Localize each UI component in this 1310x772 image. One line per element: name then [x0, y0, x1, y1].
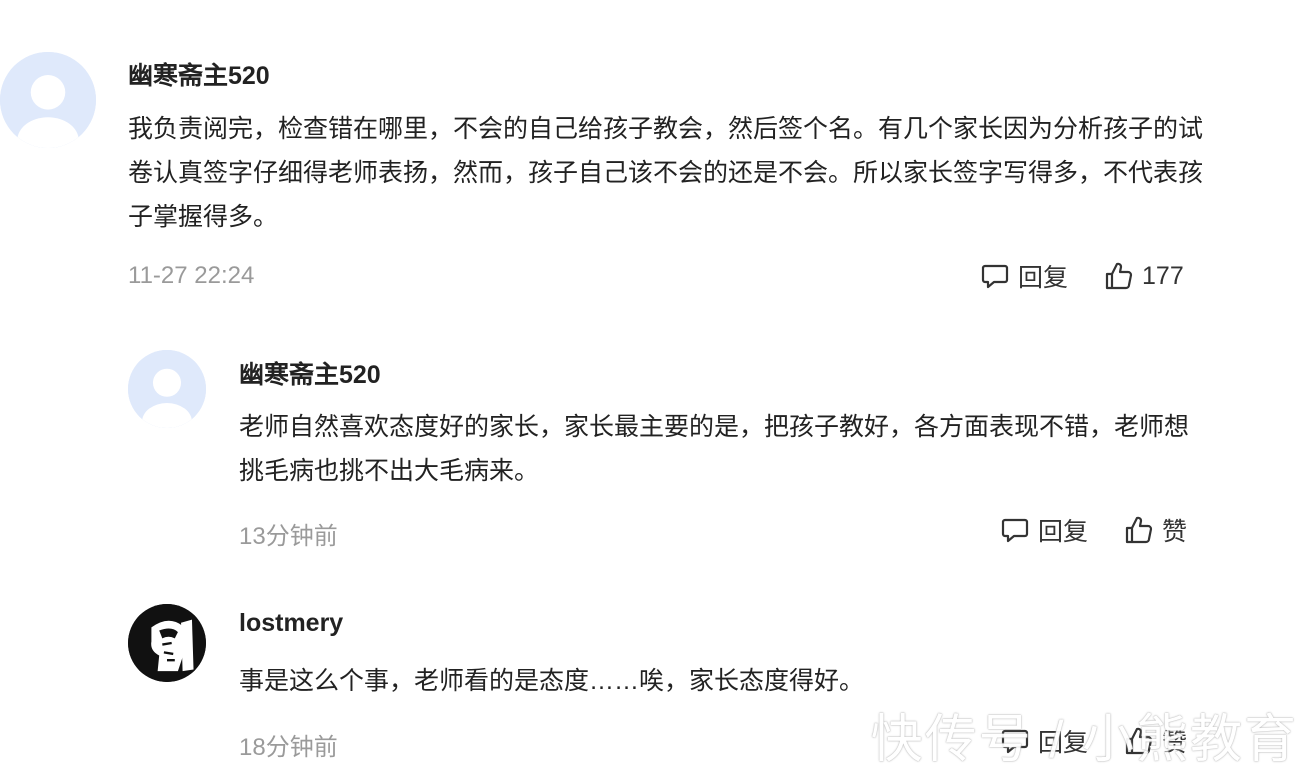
- default-avatar-icon: [0, 52, 96, 148]
- timestamp: 11-27 22:24: [128, 262, 255, 289]
- thumbs-up-icon: [1125, 516, 1153, 544]
- thumbs-up-icon: [1105, 262, 1133, 290]
- reply-button[interactable]: 回复: [980, 258, 1068, 294]
- timestamp: 18分钟前: [239, 734, 338, 761]
- avatar[interactable]: [128, 604, 206, 682]
- comment-text: 我负责阅完，检查错在哪里，不会的自己给孩子教会，然后签个名。有几个家长因为分析孩…: [128, 115, 1204, 231]
- username[interactable]: 幽寒斋主520: [239, 355, 381, 391]
- like-button[interactable]: 赞: [1124, 512, 1187, 548]
- reply-button[interactable]: 回复: [1000, 512, 1088, 548]
- like-label: 赞: [1162, 518, 1188, 546]
- username[interactable]: lostmery: [239, 609, 343, 638]
- avatar[interactable]: [128, 350, 206, 428]
- avatar[interactable]: [0, 52, 96, 148]
- timestamp: 13分钟前: [239, 523, 338, 550]
- comment-actions: 回复 赞: [1000, 512, 1187, 548]
- speech-bubble-icon: [981, 264, 1009, 289]
- comment-text: 老师自然喜欢态度好的家长，家长最主要的是，把孩子教好，各方面表现不错，老师想挑毛…: [239, 413, 1190, 485]
- like-button[interactable]: 177: [1104, 261, 1184, 291]
- profile-sketch-avatar-icon: [128, 604, 206, 682]
- speech-bubble-icon: [1001, 518, 1029, 543]
- like-count: 177: [1142, 261, 1184, 290]
- reply-label: 回复: [1018, 264, 1069, 292]
- default-avatar-icon: [128, 350, 206, 428]
- username[interactable]: 幽寒斋主520: [128, 56, 270, 92]
- watermark: 快传号 / 小熊教育: [870, 711, 1298, 769]
- reply-label: 回复: [1038, 518, 1089, 546]
- comment-actions: 回复 177: [980, 258, 1184, 294]
